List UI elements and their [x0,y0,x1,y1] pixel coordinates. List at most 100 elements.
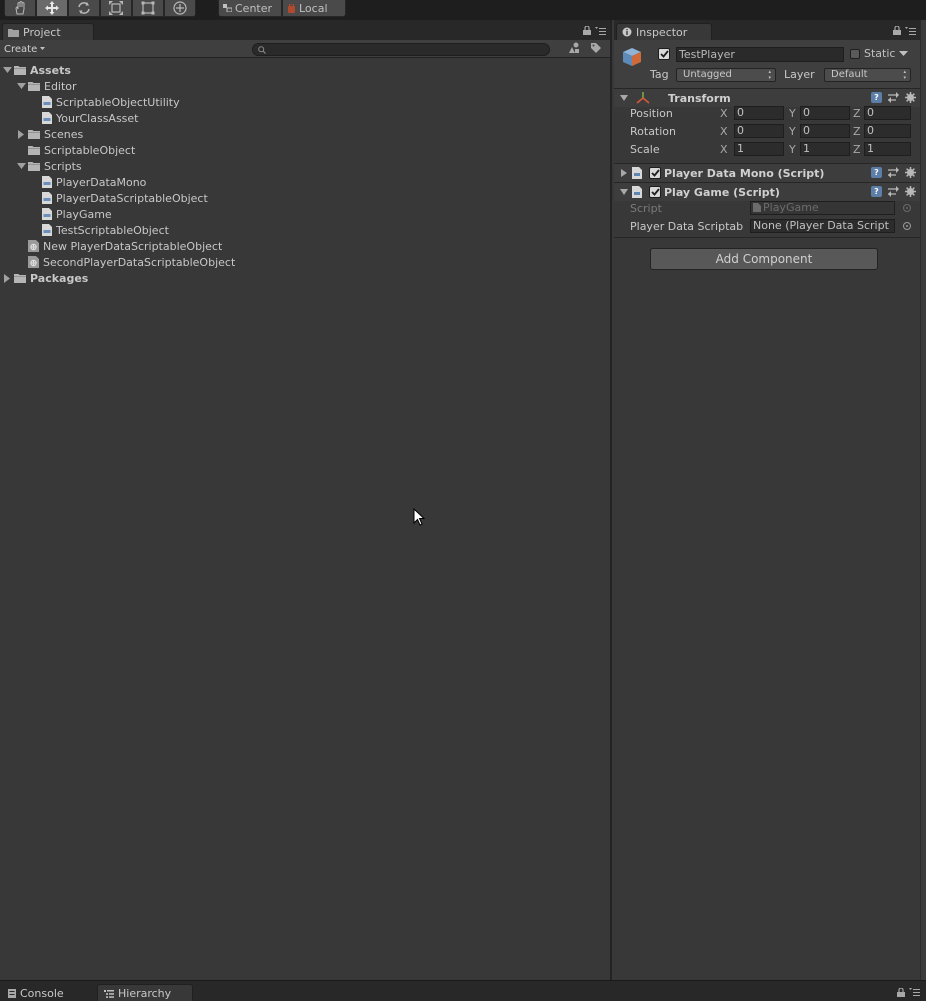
chevron-down-icon[interactable] [899,50,909,57]
transform-tool-button[interactable] [164,0,196,17]
lock-icon[interactable] [897,988,905,997]
filter-by-type-icon[interactable] [568,42,580,54]
transform-position-label: Position [630,107,673,120]
y-axis-label[interactable]: Y [789,143,796,156]
layer-dropdown[interactable]: Default [824,68,911,82]
expand-arrow-icon[interactable] [2,65,12,75]
move-tool-button[interactable] [36,0,68,17]
scrollbar-gutter[interactable] [920,20,926,980]
collapsed-arrow-icon[interactable] [620,169,628,177]
tab-inspector[interactable]: Inspector [616,23,712,40]
script-icon [42,112,52,124]
tree-item-scriptableobject[interactable]: ScriptableObject [16,142,135,158]
rotation-y-field[interactable]: 0 [800,124,850,138]
scale-tool-button[interactable] [100,0,132,17]
position-x-field[interactable]: 0 [734,106,784,120]
checkmark-icon [650,169,660,177]
folder-icon [28,129,40,139]
create-button[interactable]: Create [4,41,46,57]
rotate-tool-button[interactable] [68,0,100,17]
tree-item-playerdatascriptableobject[interactable]: PlayerDataScriptableObject [30,190,208,206]
tree-item-yourclassasset[interactable]: YourClassAsset [30,110,139,126]
active-checkbox[interactable] [658,48,670,60]
help-icon[interactable]: ? [871,167,882,178]
panel-menu-icon[interactable] [595,26,606,35]
tree-item-secondplayerdatascriptableobject[interactable]: SecondPlayerDataScriptableObject [16,254,235,270]
x-axis-label[interactable]: X [720,107,728,120]
position-y-field[interactable]: 0 [800,106,850,120]
y-axis-label[interactable]: Y [789,125,796,138]
z-axis-label[interactable]: Z [853,107,861,120]
object-name-field[interactable]: TestPlayer [676,47,844,62]
panel-menu-icon[interactable] [905,26,916,35]
player-data-mono-header[interactable]: Player Data Mono (Script) ? [614,163,920,182]
x-axis-label[interactable]: X [720,143,728,156]
static-checkbox[interactable] [850,48,860,59]
z-axis-label[interactable]: Z [853,125,861,138]
filter-by-label-icon[interactable] [590,42,602,54]
object-picker-icon[interactable] [903,222,911,230]
tree-item-assets[interactable]: Assets [2,62,71,78]
z-axis-label[interactable]: Z [853,143,861,156]
panel-menu-icon[interactable] [909,988,920,996]
expand-arrow-icon[interactable] [620,94,628,102]
hand-icon [15,1,25,15]
tree-item-testscriptableobject[interactable]: TestScriptableObject [30,222,169,238]
tree-item-scriptableobjectutility[interactable]: ScriptableObjectUtility [30,94,180,110]
gear-icon[interactable] [905,167,916,178]
tree-item-playgame[interactable]: PlayGame [30,206,112,222]
scale-x-field[interactable]: 1 [734,142,784,156]
tab-console[interactable]: Console [2,984,94,1001]
help-icon[interactable]: ? [871,92,882,103]
rotation-x-field[interactable]: 0 [734,124,784,138]
scale-y-field[interactable]: 1 [800,142,850,156]
preset-icon[interactable] [888,167,899,178]
expand-arrow-icon[interactable] [16,161,26,171]
rotation-z-field[interactable]: 0 [864,124,911,138]
tab-project[interactable]: Project [2,23,94,40]
x-axis-label[interactable]: X [720,125,728,138]
lock-icon[interactable] [893,26,901,35]
play-game-header[interactable]: Play Game (Script) ? [614,182,920,201]
tag-dropdown[interactable]: Untagged [676,68,776,82]
gear-icon[interactable] [905,92,916,103]
collapsed-arrow-icon[interactable] [2,273,12,283]
position-z-field[interactable]: 0 [864,106,911,120]
preset-icon[interactable] [888,92,899,103]
tree-item-new-playerdatascriptableobject[interactable]: New PlayerDataScriptableObject [16,238,222,254]
inspector-panel: Inspector TestPlayer Static Tag Untagged… [614,20,920,980]
search-input[interactable] [252,43,550,56]
player-data-mono-enabled-checkbox[interactable] [649,167,661,179]
add-component-button[interactable]: Add Component [650,248,878,270]
tree-item-scenes[interactable]: Scenes [16,126,83,142]
expand-arrow-icon[interactable] [16,81,26,91]
tree-item-playerdatamono[interactable]: PlayerDataMono [30,174,146,190]
expand-arrow-icon[interactable] [620,188,628,196]
preset-icon[interactable] [888,186,899,197]
collapsed-arrow-icon[interactable] [16,129,26,139]
scale-icon [109,1,123,15]
play-game-enabled-checkbox[interactable] [649,186,661,198]
project-tabstrip: Project [0,20,610,40]
gear-icon[interactable] [905,186,916,197]
hand-tool-button[interactable] [4,0,36,17]
tree-item-label: ScriptableObjectUtility [56,95,180,109]
gameobject-header: TestPlayer Static Tag Untagged Layer Def… [614,40,920,90]
static-toggle[interactable]: Static [850,47,909,60]
tree-item-scripts[interactable]: Scripts [16,158,82,174]
player-data-field[interactable]: None (Player Data Script [750,219,895,233]
bottom-tab-tools [897,988,920,997]
scale-z-field[interactable]: 1 [864,142,911,156]
space-local-button[interactable]: Local [282,0,346,17]
rect-tool-button[interactable] [132,0,164,17]
help-icon[interactable]: ? [871,186,882,197]
pivot-center-button[interactable]: Center [218,0,282,17]
tree-item-packages[interactable]: Packages [2,270,88,286]
tab-hierarchy[interactable]: Hierarchy [97,984,193,1001]
transform-axes-icon [636,92,650,104]
tree-item-editor[interactable]: Editor [16,78,77,94]
y-axis-label[interactable]: Y [789,107,796,120]
lock-icon[interactable] [583,26,591,35]
